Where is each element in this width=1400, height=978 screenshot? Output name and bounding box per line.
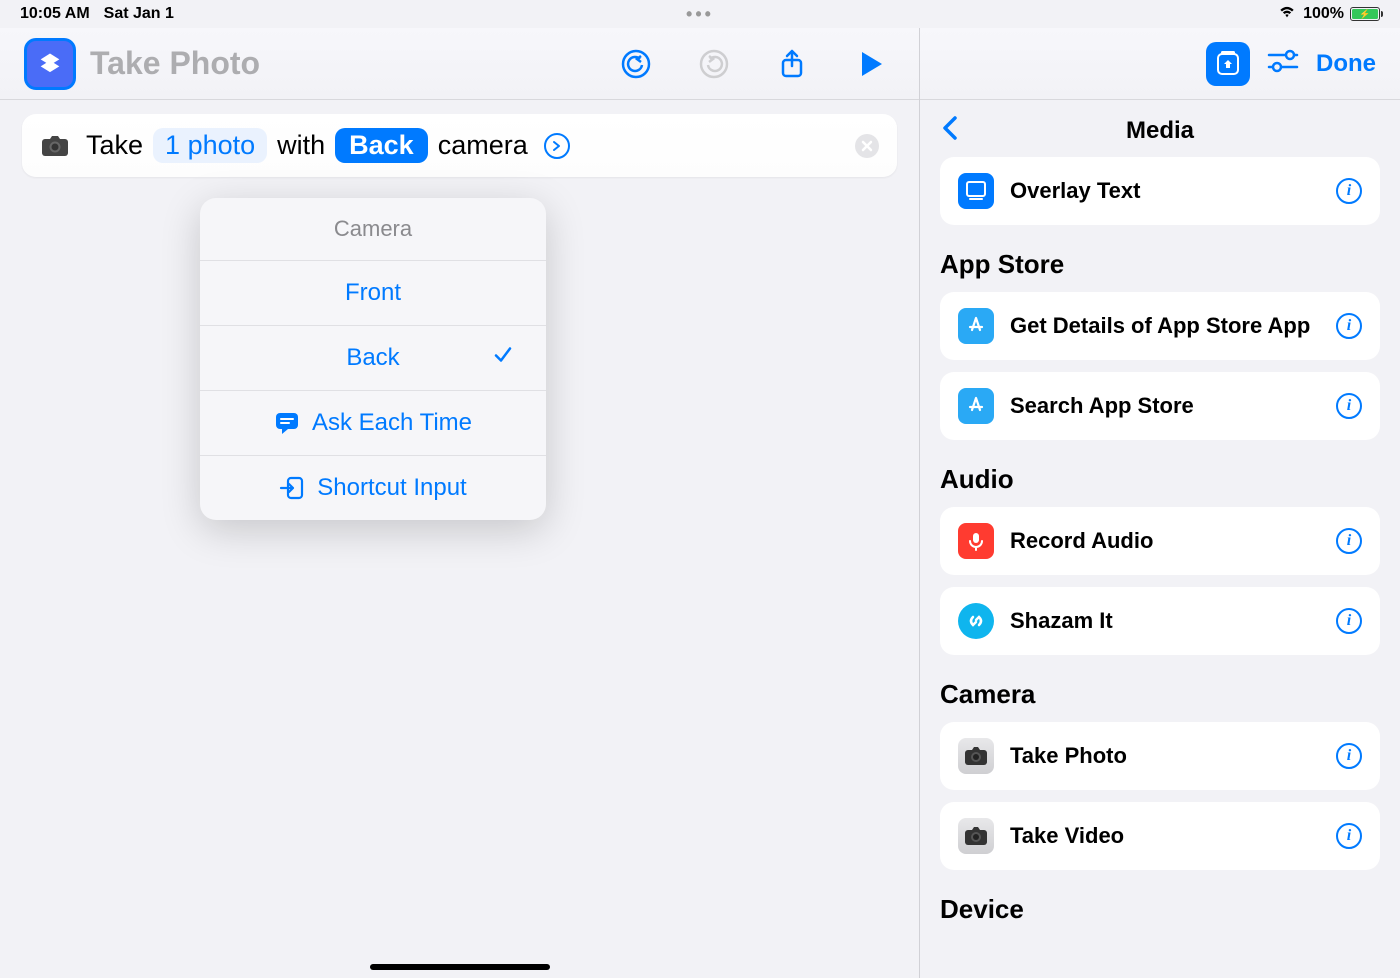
- filter-sliders-button[interactable]: [1266, 47, 1300, 80]
- run-button[interactable]: [853, 47, 887, 81]
- info-button[interactable]: i: [1336, 743, 1362, 769]
- apps-filter-button[interactable]: [1206, 42, 1250, 86]
- action-record-audio[interactable]: Record Audio i: [940, 507, 1380, 575]
- undo-button[interactable]: [619, 47, 653, 81]
- expand-action-button[interactable]: [544, 133, 570, 159]
- action-shazam-it[interactable]: Shazam It i: [940, 587, 1380, 655]
- status-date: Sat Jan 1: [104, 5, 174, 23]
- done-button[interactable]: Done: [1316, 50, 1376, 78]
- camera-icon: [958, 818, 994, 854]
- battery-icon: ⚡: [1350, 7, 1380, 21]
- status-bar: 10:05 AM Sat Jan 1 ••• 100% ⚡: [0, 0, 1400, 28]
- remove-action-button[interactable]: [855, 134, 879, 158]
- editor-pane: Take Photo: [0, 28, 920, 978]
- multitask-dots-icon[interactable]: •••: [686, 4, 714, 25]
- camera-param-popover: Camera Front Back Ask Each Time: [200, 198, 546, 520]
- action-text-with: with: [277, 130, 325, 161]
- popover-ask-each-time[interactable]: Ask Each Time: [200, 391, 546, 456]
- actions-sidebar: Done Media Overlay Text i App Store: [920, 28, 1400, 978]
- popover-shortcut-input[interactable]: Shortcut Input: [200, 456, 546, 520]
- section-camera: Camera: [940, 679, 1380, 710]
- info-button[interactable]: i: [1336, 178, 1362, 204]
- redo-button: [697, 47, 731, 81]
- camera-icon: [40, 131, 70, 161]
- info-button[interactable]: i: [1336, 823, 1362, 849]
- popover-option-back[interactable]: Back: [200, 326, 546, 391]
- action-list[interactable]: Overlay Text i App Store Get Details of …: [920, 157, 1400, 978]
- action-take-photo-item[interactable]: Take Photo i: [940, 722, 1380, 790]
- battery-percent: 100%: [1303, 5, 1344, 23]
- sidebar-title: Media: [1126, 117, 1194, 145]
- info-button[interactable]: i: [1336, 528, 1362, 554]
- camera-direction-param[interactable]: Back: [335, 128, 428, 163]
- shazam-icon: [958, 603, 994, 639]
- photo-count-param[interactable]: 1 photo: [153, 128, 267, 163]
- editor-header: Take Photo: [0, 28, 919, 100]
- shortcut-title[interactable]: Take Photo: [90, 45, 605, 82]
- section-app-store: App Store: [940, 249, 1380, 280]
- back-button[interactable]: [940, 114, 960, 147]
- action-get-app-details[interactable]: Get Details of App Store App i: [940, 292, 1380, 360]
- action-take-video-item[interactable]: Take Video i: [940, 802, 1380, 870]
- camera-icon: [958, 738, 994, 774]
- action-take-photo[interactable]: Take 1 photo with Back camera: [22, 114, 897, 177]
- app-store-icon: [958, 308, 994, 344]
- sidebar-header: Done: [920, 28, 1400, 100]
- action-search-app-store[interactable]: Search App Store i: [940, 372, 1380, 440]
- action-overlay-text[interactable]: Overlay Text i: [940, 157, 1380, 225]
- overlay-text-icon: [958, 173, 994, 209]
- shortcut-app-icon[interactable]: [24, 38, 76, 90]
- share-button[interactable]: [775, 47, 809, 81]
- wifi-icon: [1277, 4, 1297, 24]
- popover-title: Camera: [200, 198, 546, 261]
- app-store-icon: [958, 388, 994, 424]
- info-button[interactable]: i: [1336, 608, 1362, 634]
- checkmark-icon: [492, 344, 514, 373]
- popover-option-front[interactable]: Front: [200, 261, 546, 326]
- action-text-suffix: camera: [438, 130, 528, 161]
- microphone-icon: [958, 523, 994, 559]
- section-audio: Audio: [940, 464, 1380, 495]
- sidebar-nav: Media: [920, 100, 1400, 157]
- action-text-prefix: Take: [86, 130, 143, 161]
- info-button[interactable]: i: [1336, 313, 1362, 339]
- input-arrow-icon: [279, 475, 305, 501]
- status-time: 10:05 AM: [20, 5, 90, 23]
- section-device: Device: [940, 894, 1380, 925]
- chat-bubble-icon: [274, 410, 300, 436]
- info-button[interactable]: i: [1336, 393, 1362, 419]
- home-indicator[interactable]: [370, 964, 550, 970]
